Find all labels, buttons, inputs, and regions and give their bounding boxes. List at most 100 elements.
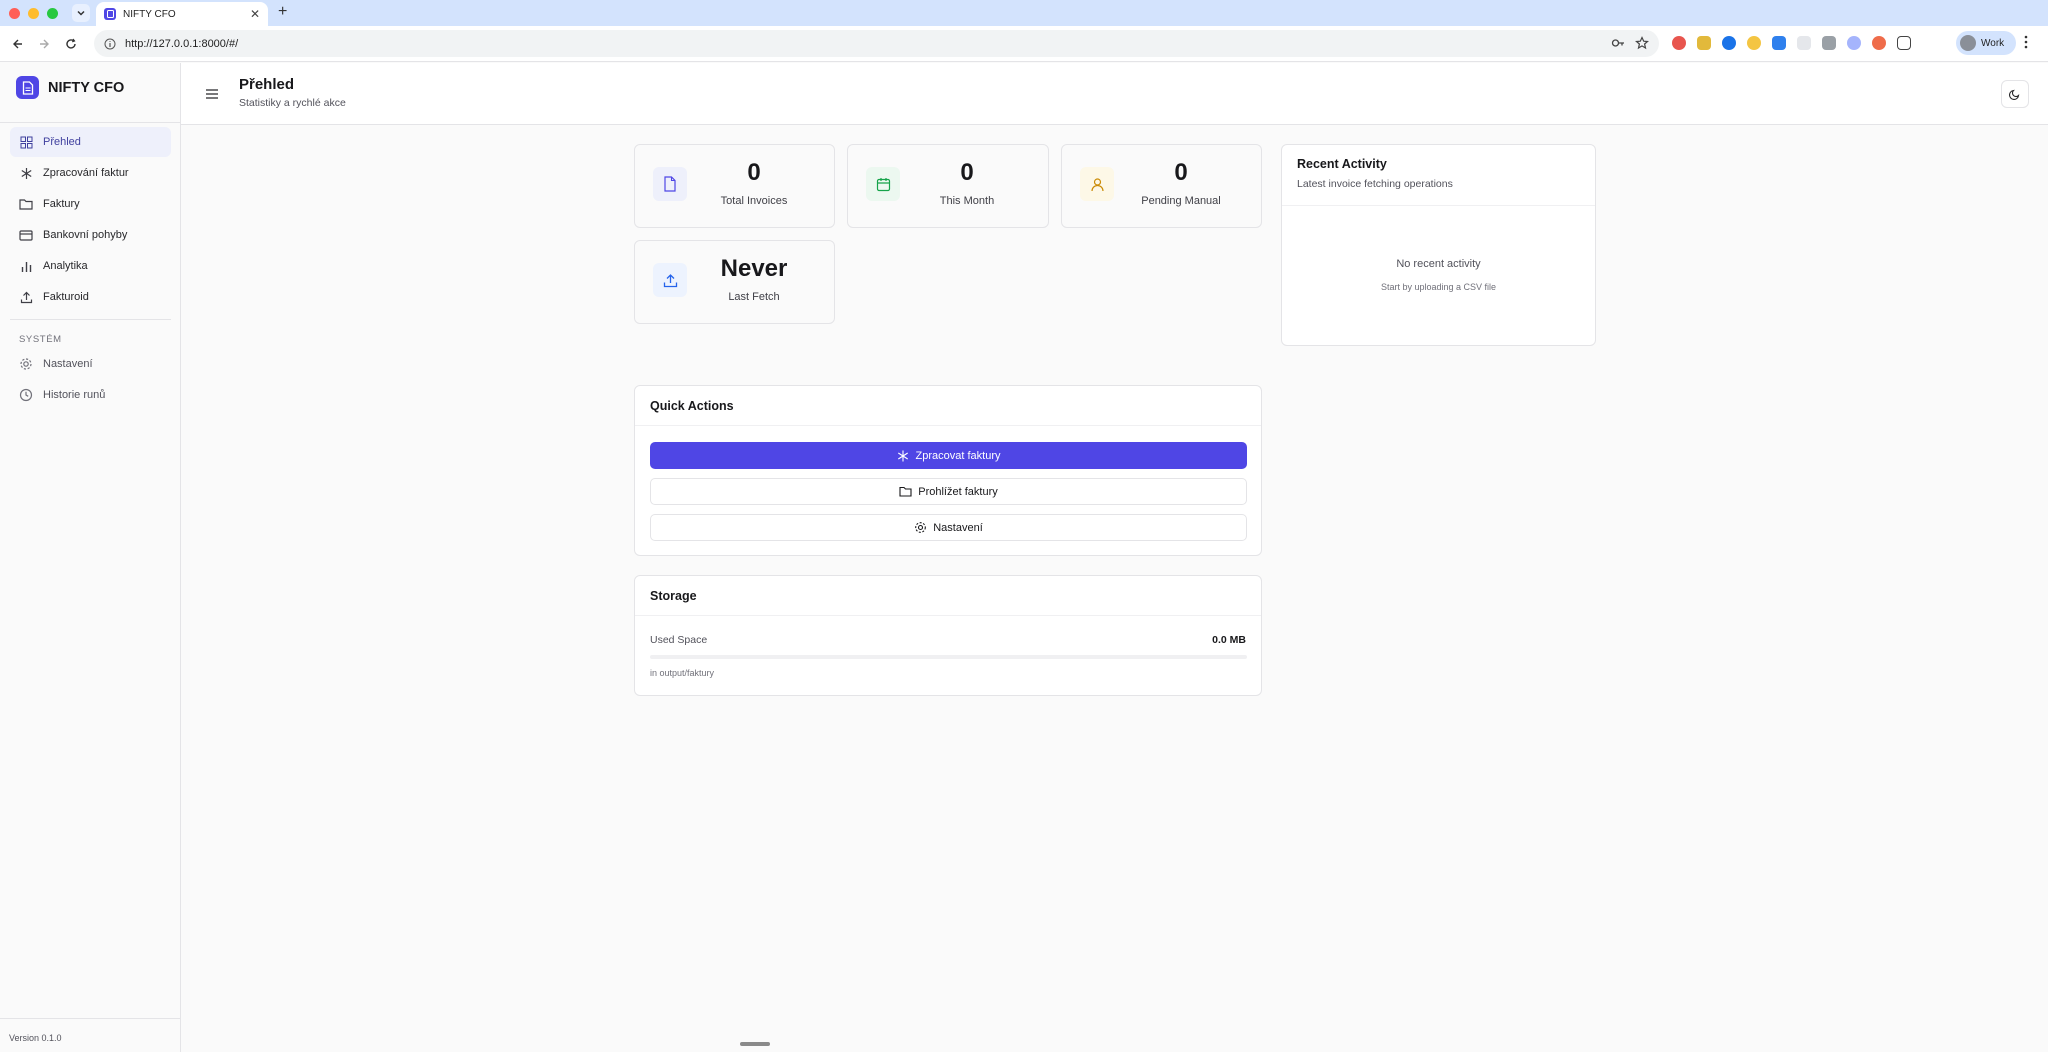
button-label: Zpracovat faktury — [915, 449, 1001, 462]
used-space-value: 0.0 MB — [1212, 634, 1246, 646]
divider — [0, 122, 180, 123]
site-info-icon[interactable] — [103, 37, 117, 51]
divider — [0, 1018, 180, 1019]
sidebar-item-label: Nastavení — [43, 358, 93, 370]
extension-icon[interactable] — [1847, 36, 1861, 50]
browser-toolbar: http://127.0.0.1:8000/#/ Work — [0, 26, 2048, 62]
extension-icon[interactable] — [1697, 36, 1711, 50]
tab-favicon-icon — [104, 8, 116, 20]
sidebar-item-label: Fakturoid — [43, 291, 89, 303]
menu-toggle-icon[interactable] — [205, 87, 219, 101]
sidebar-item-zpracovani-faktur[interactable]: Zpracování faktur — [10, 158, 171, 188]
brand[interactable]: NIFTY CFO — [16, 76, 124, 99]
sparkle-icon — [19, 166, 33, 180]
sidebar-item-prehled[interactable]: Přehled — [10, 127, 171, 157]
sparkle-icon — [897, 449, 910, 462]
reload-icon[interactable] — [61, 34, 81, 54]
version-text: Version 0.1.0 — [9, 1033, 62, 1043]
main-nav: Přehled Zpracování faktur Faktury Bankov… — [10, 127, 171, 313]
sidebar-item-label: Faktury — [43, 198, 80, 210]
upload-icon — [653, 263, 687, 297]
address-bar[interactable]: http://127.0.0.1:8000/#/ — [94, 30, 1659, 57]
browser-tab-strip: NIFTY CFO ✕ + — [0, 0, 2048, 26]
empty-state-hint: Start by uploading a CSV file — [1380, 282, 1497, 292]
tab-title: NIFTY CFO — [123, 8, 176, 20]
password-key-icon[interactable] — [1611, 36, 1625, 50]
profile-name: Work — [1981, 37, 2005, 49]
browse-invoices-button[interactable]: Prohlížet faktury — [650, 478, 1247, 505]
storage-location: in output/faktury — [650, 668, 715, 678]
stat-card-pending-manual: 0 Pending Manual — [1061, 144, 1262, 228]
extensions-puzzle-icon[interactable] — [1897, 36, 1911, 50]
sidebar-item-analytika[interactable]: Analytika — [10, 251, 171, 281]
window-zoom-button[interactable] — [47, 8, 58, 19]
extension-icon[interactable] — [1672, 36, 1686, 50]
stat-label: Pending Manual — [1141, 195, 1221, 207]
divider — [635, 615, 1261, 616]
moon-icon — [2009, 89, 2020, 100]
theme-toggle-button[interactable] — [2001, 80, 2029, 108]
stat-card-total-invoices: 0 Total Invoices — [634, 144, 835, 228]
folder-icon — [19, 197, 33, 211]
card-icon — [19, 228, 33, 242]
forward-icon[interactable] — [34, 34, 54, 54]
stat-value: 0 — [960, 159, 974, 186]
card-title: Recent Activity — [1297, 157, 1387, 171]
window-close-button[interactable] — [9, 8, 20, 19]
process-invoices-button[interactable]: Zpracovat faktury — [650, 442, 1247, 469]
sidebar-item-bankovni-pohyby[interactable]: Bankovní pohyby — [10, 220, 171, 250]
stat-card-last-fetch: Never Last Fetch — [634, 240, 835, 324]
card-title: Quick Actions — [650, 399, 734, 413]
card-title: Storage — [650, 589, 697, 603]
url-text: http://127.0.0.1:8000/#/ — [125, 37, 239, 50]
sidebar-item-label: Historie runů — [43, 389, 106, 401]
tab-search-button[interactable] — [72, 4, 90, 22]
stat-label: Total Invoices — [720, 195, 788, 207]
grid-icon — [19, 135, 33, 149]
bookmark-star-icon[interactable] — [1635, 36, 1649, 50]
bar-chart-icon — [19, 259, 33, 273]
divider — [1282, 205, 1595, 206]
sidebar-item-historie-runu[interactable]: Historie runů — [10, 380, 171, 410]
extension-icon[interactable] — [1822, 36, 1836, 50]
stat-label: This Month — [939, 195, 995, 207]
sidebar-item-label: Přehled — [43, 136, 81, 148]
tab-close-icon[interactable]: ✕ — [250, 7, 260, 21]
sidebar-item-label: Zpracování faktur — [43, 167, 129, 179]
used-space-label: Used Space — [650, 634, 708, 646]
button-label: Nastavení — [933, 521, 983, 534]
gear-icon — [19, 357, 33, 371]
stat-value: 0 — [1174, 159, 1188, 186]
upload-icon — [19, 290, 33, 304]
recent-activity-card: Recent Activity Latest invoice fetching … — [1281, 144, 1596, 346]
storage-progress-bar — [650, 655, 1247, 659]
chevron-down-icon — [77, 10, 85, 16]
new-tab-icon[interactable]: + — [278, 3, 287, 21]
extension-icon[interactable] — [1872, 36, 1886, 50]
resize-handle[interactable] — [740, 1042, 770, 1046]
back-icon[interactable] — [8, 34, 28, 54]
storage-card: Storage Used Space 0.0 MB in output/fakt… — [634, 575, 1262, 696]
profile-button[interactable]: Work — [1956, 31, 2016, 55]
system-nav: Nastavení Historie runů — [10, 349, 171, 411]
sidebar-item-nastaveni[interactable]: Nastavení — [10, 349, 171, 379]
divider — [10, 319, 171, 320]
divider — [635, 425, 1261, 426]
empty-state-title: No recent activity — [1396, 258, 1481, 270]
stat-value: Never — [720, 255, 788, 282]
page-subtitle: Statistiky a rychlé akce — [239, 97, 346, 109]
calendar-icon — [866, 167, 900, 201]
extension-icon[interactable] — [1722, 36, 1736, 50]
extension-icon[interactable] — [1747, 36, 1761, 50]
app-sidebar: NIFTY CFO Přehled Zpracování faktur Fakt… — [0, 63, 181, 1052]
extension-icon[interactable] — [1797, 36, 1811, 50]
sidebar-item-faktury[interactable]: Faktury — [10, 189, 171, 219]
settings-button[interactable]: Nastavení — [650, 514, 1247, 541]
brand-name: NIFTY CFO — [48, 79, 125, 96]
extension-icon[interactable] — [1772, 36, 1786, 50]
browser-menu-icon[interactable] — [2024, 35, 2028, 54]
sidebar-item-fakturoid[interactable]: Fakturoid — [10, 282, 171, 312]
quick-actions-card: Quick Actions Zpracovat faktury Prohlíže… — [634, 385, 1262, 556]
window-minimize-button[interactable] — [28, 8, 39, 19]
browser-tab[interactable]: NIFTY CFO ✕ — [96, 2, 268, 26]
